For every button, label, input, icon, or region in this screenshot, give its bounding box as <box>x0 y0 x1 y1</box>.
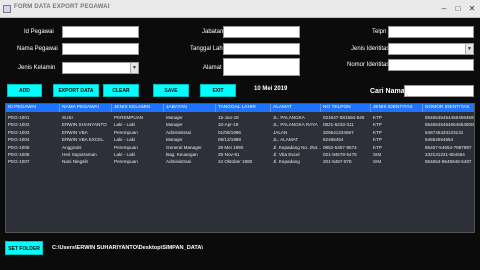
current-date: 10 Mei 2019 <box>254 86 288 92</box>
folder-path: C:\Users\ERWIN SUHARIYANTO\Desktop\SIMPA… <box>52 245 203 251</box>
alamat-label: Alamat <box>203 65 222 71</box>
table-cell[interactable]: Jl. Kepadang <box>271 158 321 166</box>
window-title: FORM DATA EXPORT PEGAWAI <box>14 4 110 10</box>
nama-pegawai-label: Nama Pegawai <box>17 46 58 52</box>
column-header[interactable]: NAMA PEGAWAI <box>60 104 112 112</box>
column-header[interactable]: ID PEGAWAI <box>6 104 60 112</box>
tanggal-lahir-label: Tanggal Lahir <box>190 46 227 52</box>
table-cell[interactable]: 654654-6545646-5487 <box>423 158 474 166</box>
table-cell[interactable]: Administrasi <box>164 158 216 166</box>
telpn-label: Telpn <box>372 29 387 35</box>
column-header[interactable]: TANGGAL LAHIR <box>216 104 271 112</box>
table-cell[interactable]: SIM <box>371 158 423 166</box>
chevron-down-icon[interactable]: ▼ <box>465 44 473 54</box>
set-folder-button[interactable]: SET FOLDER <box>5 241 43 255</box>
jenis-kelamin-combo[interactable]: ▼ <box>62 62 139 74</box>
column-header[interactable]: JENIS IDENTITAS <box>371 104 423 112</box>
employee-table[interactable]: ID PEGAWAI NAMA PEGAWAI JENIS KELAMIN JA… <box>5 103 475 233</box>
title-bar: FORM DATA EXPORT PEGAWAI – □ ✕ <box>0 0 480 18</box>
jabatan-input[interactable] <box>223 26 300 38</box>
jenis-identitas-combo[interactable]: ▼ <box>388 43 474 55</box>
table-cell[interactable]: 24 Oktober 1980 <box>216 158 271 166</box>
table-cell[interactable]: Nani Ningsih <box>60 158 112 166</box>
save-button[interactable]: SAVE <box>153 84 189 97</box>
chevron-down-icon[interactable]: ▼ <box>130 63 138 73</box>
column-header[interactable]: ALAMAT <box>271 104 321 112</box>
table-row[interactable]: PEG-1007 Nani Ningsih Perempuan Administras… <box>6 158 474 166</box>
tanggal-lahir-input[interactable] <box>223 43 300 55</box>
jabatan-label: Jabatan <box>202 29 224 35</box>
minimize-icon[interactable]: – <box>438 3 450 15</box>
column-header[interactable]: NOMOR IDENTITAS <box>423 104 474 112</box>
jenis-kelamin-label: Jenis Kelamin <box>18 65 56 71</box>
export-data-button[interactable]: EXPORT DATA <box>53 84 99 97</box>
close-icon[interactable]: ✕ <box>466 3 478 15</box>
clear-button[interactable]: CLEAR <box>103 84 139 97</box>
add-button[interactable]: ADD <box>7 84 42 97</box>
table-cell[interactable]: 201-5487-878 <box>321 158 371 166</box>
cari-nama-label: Cari Nama <box>370 88 405 95</box>
column-header[interactable]: NO TELPON <box>321 104 371 112</box>
table-cell[interactable]: Perempuan <box>112 158 164 166</box>
jenis-identitas-label: Jenis Identitas <box>351 46 390 52</box>
telpn-input[interactable] <box>388 26 474 38</box>
app-icon <box>3 5 11 13</box>
exit-button[interactable]: EXIT <box>200 84 236 97</box>
column-header[interactable]: JABATAN <box>164 104 216 112</box>
table-cell[interactable]: PEG-1007 <box>6 158 60 166</box>
nama-pegawai-input[interactable] <box>62 43 139 55</box>
nomor-identitas-input[interactable] <box>388 59 474 71</box>
nomor-identitas-label: Nomor Identitas <box>347 62 390 68</box>
id-pegawai-input[interactable] <box>62 26 139 38</box>
table-header: ID PEGAWAI NAMA PEGAWAI JENIS KELAMIN JA… <box>6 104 474 112</box>
maximize-icon[interactable]: □ <box>452 3 464 15</box>
alamat-input[interactable] <box>223 58 300 76</box>
search-input[interactable] <box>404 85 474 97</box>
column-header[interactable]: JENIS KELAMIN <box>112 104 164 112</box>
id-pegawai-label: Id Pegawai <box>24 29 54 35</box>
